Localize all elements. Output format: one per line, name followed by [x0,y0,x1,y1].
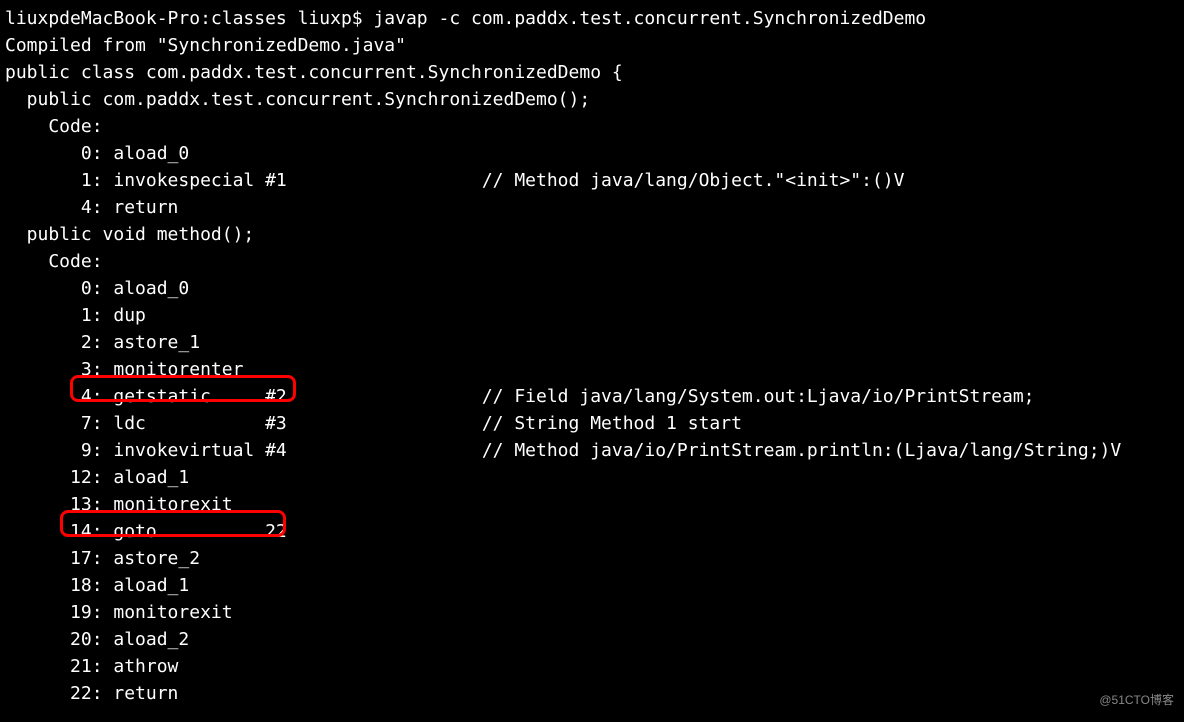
bytecode-line: 22: return [5,680,1184,707]
watermark-text: @51CTO博客 [1099,687,1174,714]
bytecode-line: 0: aload_0 [5,140,1184,167]
bytecode-line: 21: athrow [5,653,1184,680]
bytecode-line: 9: invokevirtual #4 // Method java/io/Pr… [5,437,1184,464]
compiled-from-line: Compiled from "SynchronizedDemo.java" [5,32,1184,59]
bytecode-line: 1: dup [5,302,1184,329]
bytecode-line: 4: return [5,194,1184,221]
code-label: Code: [5,113,1184,140]
bytecode-line: 7: ldc #3 // String Method 1 start [5,410,1184,437]
bytecode-line-monitorexit: 13: monitorexit [5,491,1184,518]
terminal-prompt-line: liuxpdeMacBook-Pro:classes liuxp$ javap … [5,5,1184,32]
bytecode-line: 12: aload_1 [5,464,1184,491]
bytecode-line-monitorenter: 3: monitorenter [5,356,1184,383]
bytecode-line: 2: astore_1 [5,329,1184,356]
bytecode-line: 1: invokespecial #1 // Method java/lang/… [5,167,1184,194]
bytecode-line: 14: goto 22 [5,518,1184,545]
code-label: Code: [5,248,1184,275]
bytecode-line: 18: aload_1 [5,572,1184,599]
bytecode-line: 17: astore_2 [5,545,1184,572]
class-declaration: public class com.paddx.test.concurrent.S… [5,59,1184,86]
bytecode-line: 4: getstatic #2 // Field java/lang/Syste… [5,383,1184,410]
method-declaration: public void method(); [5,221,1184,248]
bytecode-line: 20: aload_2 [5,626,1184,653]
bytecode-line: 0: aload_0 [5,275,1184,302]
bytecode-line: 19: monitorexit [5,599,1184,626]
constructor-declaration: public com.paddx.test.concurrent.Synchro… [5,86,1184,113]
